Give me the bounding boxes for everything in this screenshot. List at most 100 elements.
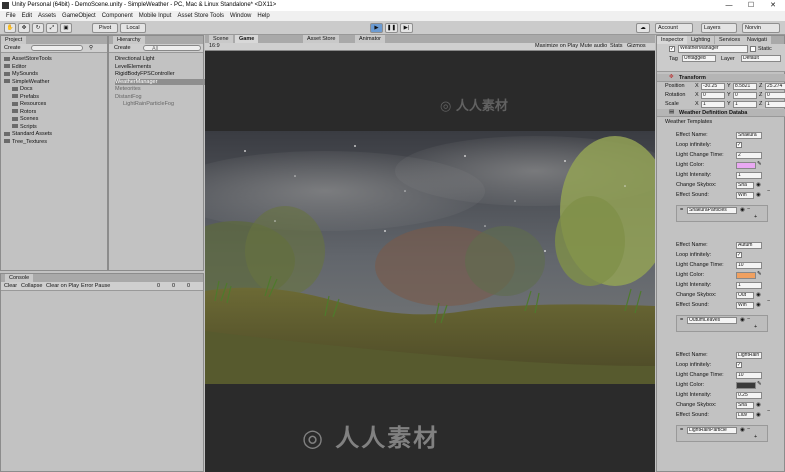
minimize-button[interactable]: — xyxy=(718,0,740,11)
console-count-2[interactable]: 0 xyxy=(187,283,190,289)
remove-entry-button[interactable]: − xyxy=(767,408,770,414)
hierarchy-item[interactable]: LightRainParticleFog xyxy=(123,101,209,107)
project-folder-item[interactable]: Editor xyxy=(4,64,26,70)
remove-particle-button[interactable]: − xyxy=(747,206,750,212)
object-picker-icon[interactable]: ◉ xyxy=(756,182,761,188)
filter-icon[interactable]: ⚲ xyxy=(89,45,93,51)
hand-tool-icon[interactable]: ✋ xyxy=(4,23,16,33)
light-color-swatch[interactable] xyxy=(736,382,756,389)
console-count-1[interactable]: 0 xyxy=(172,283,175,289)
weather-component-header[interactable]: Weather Definition Databa ▤ xyxy=(657,109,785,117)
light-intensity-field[interactable]: 1 xyxy=(736,172,762,179)
project-folder-item[interactable]: Scripts xyxy=(12,124,37,130)
menu-gameobject[interactable]: GameObject xyxy=(62,11,96,21)
add-particle-button[interactable]: + xyxy=(754,324,757,330)
tab-console[interactable]: Console xyxy=(5,274,34,282)
tab-animator[interactable]: Animator xyxy=(355,35,386,43)
effect-sound-field[interactable]: Win xyxy=(736,192,754,199)
light-color-swatch[interactable] xyxy=(736,272,756,279)
console-collapse-button[interactable]: Collapse xyxy=(21,283,42,289)
maximize-button[interactable]: ☐ xyxy=(740,0,762,11)
add-particle-button[interactable]: + xyxy=(754,214,757,220)
layer-dropdown[interactable]: Default xyxy=(741,55,781,62)
effect-name-field[interactable]: LightRain xyxy=(736,352,762,359)
option-maximize-on-play[interactable]: Maximize on Play xyxy=(535,43,578,49)
step-button[interactable]: ▶| xyxy=(400,23,413,33)
loop-infinitely-checkbox[interactable]: ✓ xyxy=(736,252,742,258)
light-change-time-field[interactable]: 10 xyxy=(736,372,762,379)
particles-field[interactable]: LightRainParticle xyxy=(687,427,737,434)
effect-sound-field[interactable]: Lluv xyxy=(736,412,754,419)
object-name-field[interactable]: WeatherManager xyxy=(678,45,748,53)
aspect-dropdown[interactable]: 16:9 xyxy=(209,43,220,49)
object-picker-icon[interactable]: ◉ xyxy=(756,302,761,308)
pivot-toggle[interactable]: Pivot xyxy=(92,23,118,33)
local-toggle[interactable]: Local xyxy=(120,23,146,33)
light-intensity-field[interactable]: 0.25 xyxy=(736,392,762,399)
menu-file[interactable]: File xyxy=(6,11,16,21)
account-dropdown[interactable]: Account xyxy=(655,23,693,33)
project-folder-item[interactable]: Resources xyxy=(12,101,46,107)
remove-entry-button[interactable]: − xyxy=(767,188,770,194)
menu-component[interactable]: Component xyxy=(102,11,133,21)
transform-z-field[interactable]: 1 xyxy=(765,101,785,108)
option-mute-audio[interactable]: Mute audio xyxy=(580,43,607,49)
layers-dropdown[interactable]: Layers xyxy=(701,23,737,33)
effect-name-field[interactable]: Shakura xyxy=(736,132,762,139)
hierarchy-item[interactable]: LevelElements xyxy=(115,64,201,70)
eyedropper-icon[interactable]: ✎ xyxy=(757,161,762,167)
layout-dropdown[interactable]: Norvin xyxy=(742,23,780,33)
project-folder-item[interactable]: SimpleWeather xyxy=(4,79,50,85)
hierarchy-search-input[interactable]: All xyxy=(143,45,201,52)
project-folder-item[interactable]: Scenes xyxy=(12,116,38,122)
loop-infinitely-checkbox[interactable]: ✓ xyxy=(736,142,742,148)
menu-assets[interactable]: Assets xyxy=(38,11,56,21)
transform-x-field[interactable]: -30.25 xyxy=(701,83,725,90)
effect-sound-field[interactable]: Win xyxy=(736,302,754,309)
transform-y-field[interactable]: 8.5821 xyxy=(733,83,757,90)
object-picker-icon[interactable]: ◉ xyxy=(740,317,745,323)
object-picker-icon[interactable]: ◉ xyxy=(756,402,761,408)
tab-project[interactable]: Project xyxy=(1,36,27,44)
project-folder-item[interactable]: AssetStoreTools xyxy=(4,56,52,62)
menu-asset-store-tools[interactable]: Asset Store Tools xyxy=(177,11,224,21)
transform-header[interactable]: Transform ✥ xyxy=(657,74,785,82)
loop-infinitely-checkbox[interactable]: ✓ xyxy=(736,362,742,368)
skybox-field[interactable]: Sha xyxy=(736,402,754,409)
menu-edit[interactable]: Edit xyxy=(22,11,32,21)
remove-particle-button[interactable]: − xyxy=(747,316,750,322)
eyedropper-icon[interactable]: ✎ xyxy=(757,271,762,277)
particles-field[interactable]: ShakuraParticles xyxy=(687,207,737,214)
option-gizmos[interactable]: Gizmos xyxy=(627,43,646,49)
option-stats[interactable]: Stats xyxy=(610,43,623,49)
object-picker-icon[interactable]: ◉ xyxy=(740,207,745,213)
light-color-swatch[interactable] xyxy=(736,162,756,169)
tab-inspector[interactable]: Inspector xyxy=(657,36,688,44)
project-folder-item[interactable]: Docs xyxy=(12,86,33,92)
remove-particle-button[interactable]: − xyxy=(747,426,750,432)
project-folder-item[interactable]: Rotors xyxy=(12,109,36,115)
tab-navigati[interactable]: Navigati xyxy=(743,36,771,44)
console-error-pause-button[interactable]: Error Pause xyxy=(81,283,110,289)
hierarchy-item[interactable]: WeatherManager xyxy=(115,78,205,85)
console-count-0[interactable]: 0 xyxy=(157,283,160,289)
project-folder-item[interactable]: Prefabs xyxy=(12,94,39,100)
hierarchy-item[interactable]: Directional Light xyxy=(115,56,201,62)
object-picker-icon[interactable]: ◉ xyxy=(756,412,761,418)
tab-asset-store[interactable]: Asset Store xyxy=(303,35,340,43)
tab-game[interactable]: Game xyxy=(235,35,259,43)
menu-window[interactable]: Window xyxy=(230,11,251,21)
drag-handle-icon[interactable]: = xyxy=(680,207,683,213)
object-active-checkbox[interactable]: ✓ xyxy=(669,46,675,52)
scale-tool-icon[interactable]: ⤢ xyxy=(46,23,58,33)
project-folder-item[interactable]: Tree_Textures xyxy=(4,139,47,145)
menu-help[interactable]: Help xyxy=(257,11,269,21)
particles-field[interactable]: OutumLeaves xyxy=(687,317,737,324)
rect-tool-icon[interactable]: ▣ xyxy=(60,23,72,33)
light-change-time-field[interactable]: 10 xyxy=(736,262,762,269)
console-clear-on-play-button[interactable]: Clear on Play xyxy=(46,283,79,289)
menu-mobile-input[interactable]: Mobile Input xyxy=(139,11,172,21)
remove-entry-button[interactable]: − xyxy=(767,298,770,304)
transform-z-field[interactable]: 25.274 xyxy=(765,83,785,90)
project-search-input[interactable] xyxy=(31,45,83,51)
